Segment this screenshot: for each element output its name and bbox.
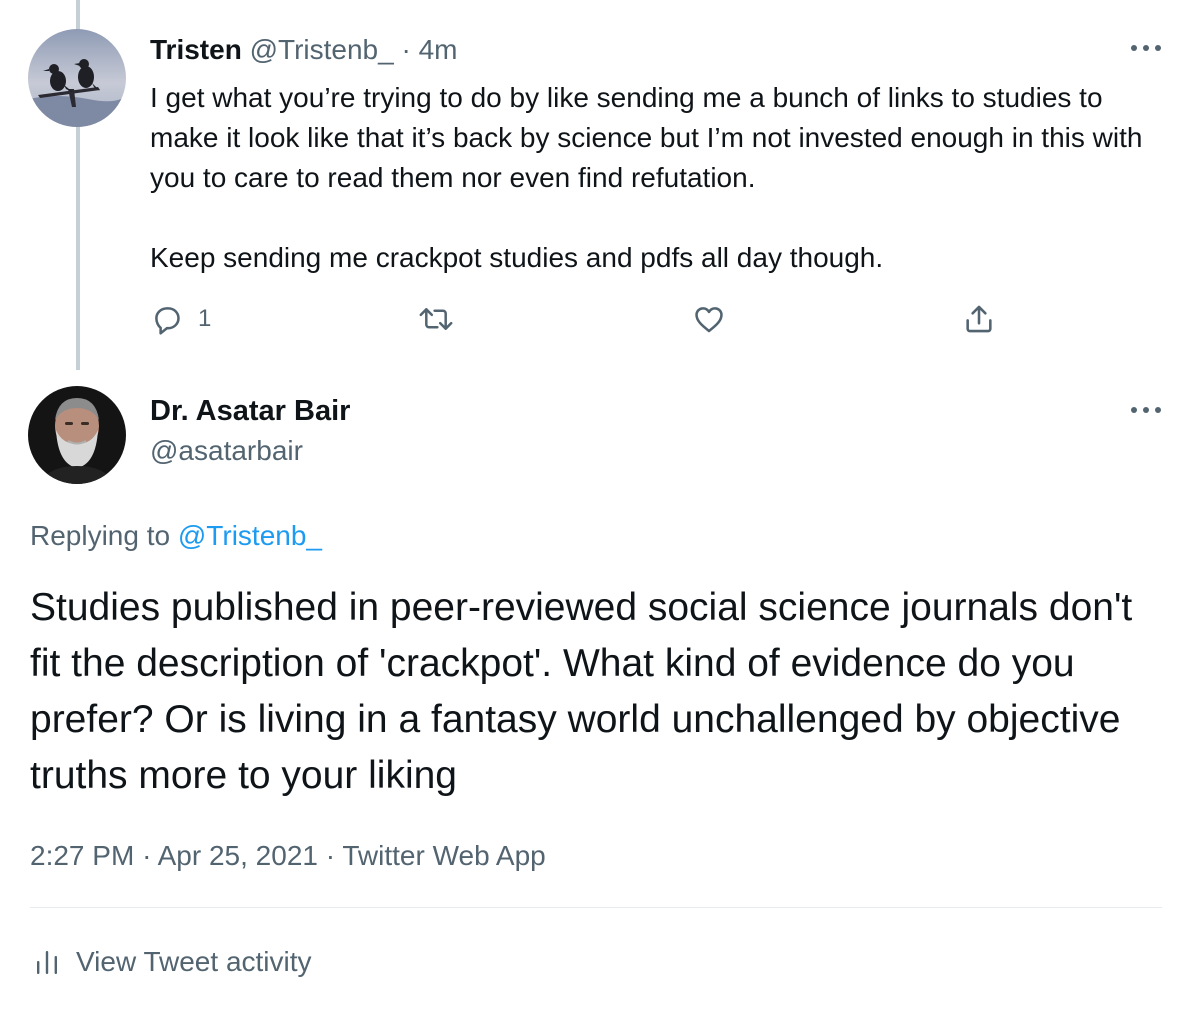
- reply-timestamp[interactable]: 4m: [419, 34, 458, 65]
- share-button[interactable]: [962, 302, 996, 336]
- tweet-source[interactable]: Twitter Web App: [342, 840, 545, 871]
- main-author-name[interactable]: Dr. Asatar Bair: [150, 392, 350, 430]
- main-author-handle[interactable]: @asatarbair: [150, 432, 303, 470]
- replying-to-link[interactable]: @Tristenb_: [178, 520, 322, 551]
- reply-icon: [155, 307, 180, 335]
- crows-avatar[interactable]: [28, 29, 126, 127]
- like-button[interactable]: [692, 302, 726, 336]
- view-tweet-activity-link[interactable]: View Tweet activity: [36, 942, 312, 982]
- more-icon[interactable]: [1128, 400, 1164, 420]
- reply-author-name[interactable]: Tristen: [150, 34, 242, 65]
- reply-tweet-header: Tristen @Tristenb_ · 4m: [150, 32, 458, 68]
- retweet-icon: [419, 308, 453, 330]
- share-icon: [966, 305, 992, 333]
- asatar-avatar[interactable]: [28, 386, 126, 484]
- replying-to-line: Replying to @Tristenb_: [30, 516, 322, 556]
- tweet-time[interactable]: 2:27 PM: [30, 840, 134, 871]
- meta-separator: ·: [142, 840, 152, 871]
- main-tweet-text: Studies published in peer-reviewed socia…: [30, 586, 1133, 797]
- reply-author-handle[interactable]: @Tristenb_: [250, 34, 394, 65]
- tweet-date[interactable]: Apr 25, 2021: [158, 840, 318, 871]
- retweet-button[interactable]: [418, 302, 454, 336]
- reply-tweet-text: I get what you’re trying to do by like s…: [150, 78, 1160, 278]
- meta-separator: ·: [325, 840, 336, 871]
- reply-tweet-paragraph: I get what you’re trying to do by like s…: [150, 82, 1143, 193]
- like-icon: [695, 307, 723, 333]
- tweet-metadata: 2:27 PM · Apr 25, 2021 · Twitter Web App: [30, 836, 546, 876]
- reply-tweet-paragraph: Keep sending me crackpot studies and pdf…: [150, 242, 884, 273]
- reply-button[interactable]: 1: [150, 302, 211, 336]
- activity-chart-icon: [37, 951, 57, 974]
- more-icon[interactable]: [1128, 38, 1164, 58]
- divider: [30, 907, 1162, 908]
- replying-to-prefix: Replying to: [30, 520, 171, 551]
- reply-header-separator: ·: [401, 34, 411, 65]
- view-tweet-activity-label: View Tweet activity: [76, 946, 312, 977]
- reply-count: 1: [198, 305, 212, 332]
